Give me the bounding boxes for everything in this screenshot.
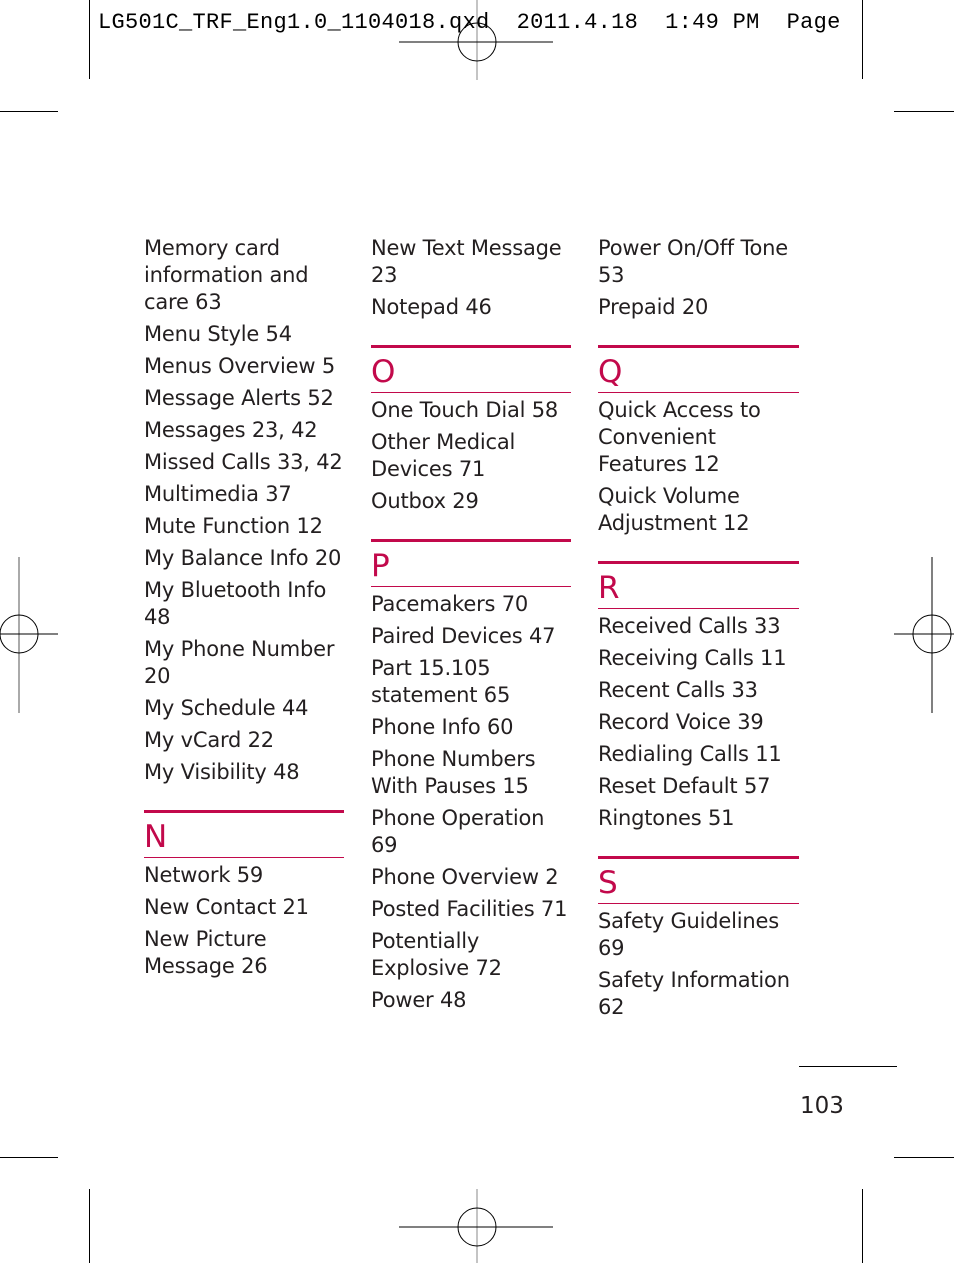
index-entry: Network 59 xyxy=(144,863,264,887)
index-entry: Reset Default 57 xyxy=(598,774,771,798)
index-entry: My Schedule 44 xyxy=(144,696,309,720)
index-entry: Notepad 46 xyxy=(371,295,492,319)
page-number: 103 xyxy=(800,1093,844,1119)
section-rule-top xyxy=(144,810,344,813)
section-rule-top xyxy=(371,539,571,542)
index-entry: Message Alerts 52 xyxy=(144,386,334,410)
crop-mark-top-right-horizontal xyxy=(894,111,954,112)
section-rule-bottom xyxy=(598,903,799,904)
crop-mark-top-right-vertical xyxy=(862,0,863,79)
index-column-2: New Text Message 23 Notepad 46 O One Touch … xyxy=(371,235,571,1019)
index-entry: Missed Calls 33, 42 xyxy=(144,450,343,474)
index-section-r: R Received Calls 33 Receiving Calls 11 Rece… xyxy=(598,561,799,832)
section-letter-heading: Q xyxy=(598,354,623,390)
section-rule-top xyxy=(598,345,799,348)
index-entry: My Bluetooth Info 48 xyxy=(144,578,327,629)
index-entry: Phone Info 60 xyxy=(371,715,514,739)
section-rule-top xyxy=(371,345,571,348)
crop-mark-top-left-horizontal xyxy=(0,111,58,112)
index-entry: My Visibility 48 xyxy=(144,760,300,784)
index-entry: Other Medical Devices 71 xyxy=(371,430,516,481)
section-rule-bottom xyxy=(371,392,571,393)
index-entry: My Phone Number 20 xyxy=(144,637,335,688)
registration-mark-right-icon xyxy=(894,557,954,713)
index-entry: Menus Overview 5 xyxy=(144,354,335,378)
index-entry: Recent Calls 33 xyxy=(598,678,758,702)
section-rule-top xyxy=(598,561,799,564)
index-entry: Phone Operation 69 xyxy=(371,806,545,857)
index-entry: Paired Devices 47 xyxy=(371,624,556,648)
index-entry: My Balance Info 20 xyxy=(144,546,342,570)
registration-mark-top-icon xyxy=(399,0,553,80)
index-section-q: Q Quick Access to Convenient Features 12 Q… xyxy=(598,345,799,537)
index-entry: Safety Information 62 xyxy=(598,968,790,1019)
registration-mark-bottom-icon xyxy=(399,1189,553,1263)
section-letter-heading: S xyxy=(598,865,618,901)
section-rule-bottom xyxy=(371,586,571,587)
index-entry: Record Voice 39 xyxy=(598,710,764,734)
index-entry: One Touch Dial 58 xyxy=(371,398,559,422)
index-entry: Potentially Explosive 72 xyxy=(371,929,502,980)
index-entry: Phone Overview 2 xyxy=(371,865,559,889)
index-entry: My vCard 22 xyxy=(144,728,274,752)
section-rule-bottom xyxy=(598,608,799,609)
index-section-n: N Network 59 New Contact 21 New Picture Mes… xyxy=(144,810,344,980)
crop-mark-bottom-left-vertical xyxy=(89,1189,90,1263)
section-letter-heading: P xyxy=(371,548,390,584)
section-rule-top xyxy=(598,856,799,859)
index-entry: Receiving Calls 11 xyxy=(598,646,787,670)
index-entry: Multimedia 37 xyxy=(144,482,292,506)
section-rule-bottom xyxy=(144,857,344,858)
index-entry: Prepaid 20 xyxy=(598,295,709,319)
index-entry: Phone Numbers With Pauses 15 xyxy=(371,747,536,798)
section-letter-heading: N xyxy=(144,819,168,855)
index-entry: Quick Access to Convenient Features 12 xyxy=(598,398,761,476)
index-entry: Quick Volume Adjustment 12 xyxy=(598,484,750,535)
index-section-o: O One Touch Dial 58 Other Medical Devices … xyxy=(371,345,571,515)
index-entry: New Text Message 23 xyxy=(371,236,562,287)
crop-mark-top-left-vertical xyxy=(89,0,90,79)
section-rule-bottom xyxy=(598,392,799,393)
index-entry: Posted Facilities 71 xyxy=(371,897,568,921)
index-entry: New Contact 21 xyxy=(144,895,309,919)
index-entry: Received Calls 33 xyxy=(598,614,781,638)
index-section-s: S Safety Guidelines 69 Safety Information … xyxy=(598,856,799,1021)
index-entry: Redialing Calls 11 xyxy=(598,742,782,766)
section-letter-heading: R xyxy=(598,570,620,606)
index-entry: Menu Style 54 xyxy=(144,322,292,346)
index-entry: Messages 23, 42 xyxy=(144,418,318,442)
index-entry: Safety Guidelines 69 xyxy=(598,909,779,960)
index-entry: Part 15.105 statement 65 xyxy=(371,656,511,707)
index-section-p: P Pacemakers 70 Paired Devices 47 Part 15.1… xyxy=(371,539,571,1014)
index-column-1: Memory card information and care 63 Menu … xyxy=(144,235,344,985)
registration-mark-left-icon xyxy=(0,557,58,713)
index-entry: Mute Function 12 xyxy=(144,514,323,538)
crop-mark-bottom-right-horizontal xyxy=(894,1157,954,1158)
crop-mark-bottom-right-vertical xyxy=(862,1189,863,1263)
index-entry: Power 48 xyxy=(371,988,467,1012)
crop-mark-bottom-left-horizontal xyxy=(0,1157,58,1158)
index-column-3: Power On/Off Tone 53 Prepaid 20 Q Quick Acc… xyxy=(598,235,799,1026)
index-entry: Outbox 29 xyxy=(371,489,479,513)
index-entry: Memory card information and care 63 xyxy=(144,236,309,314)
index-entry: Pacemakers 70 xyxy=(371,592,529,616)
footer-rule xyxy=(799,1066,897,1067)
index-entry: Power On/Off Tone 53 xyxy=(598,236,789,287)
index-entry: Ringtones 51 xyxy=(598,806,735,830)
index-entry: New Picture Message 26 xyxy=(144,927,268,978)
section-letter-heading: O xyxy=(371,354,396,390)
